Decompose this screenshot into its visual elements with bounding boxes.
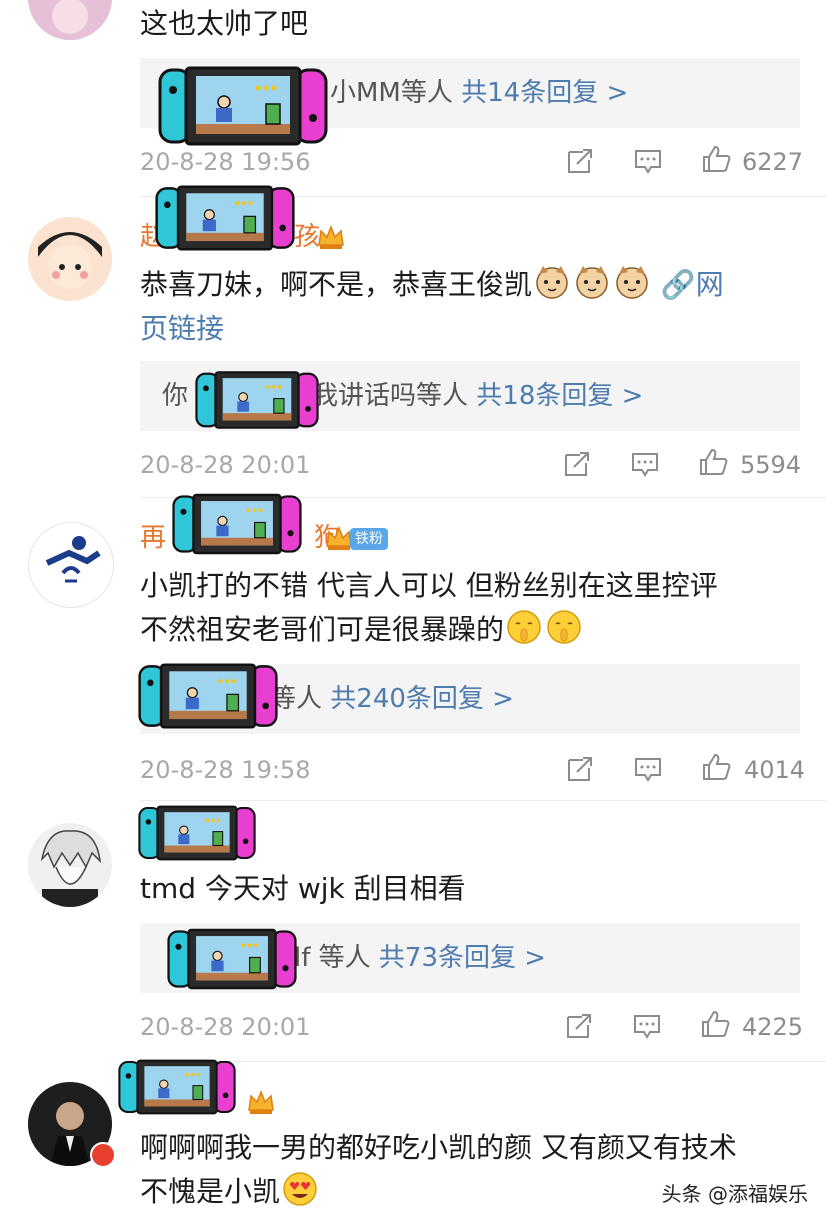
comment-text-line2: 不然祖安老哥们可是很暴躁的 [140, 613, 505, 646]
comment-text-line1: 小凯打的不错 代言人可以 但粉丝别在这里控评 [140, 569, 718, 602]
reply-names: 我讲话吗等人 [312, 381, 469, 411]
switch-sticker [195, 369, 319, 431]
comment-text: 恭喜刀妹，啊不是，恭喜王俊凯 🔗网 页链接 [140, 263, 800, 351]
repost-icon[interactable] [562, 449, 592, 479]
comment-icon[interactable] [632, 1011, 662, 1041]
reply-count-link[interactable]: 共18条回复 > [476, 381, 643, 411]
comment-text: 这也太帅了吧 [140, 7, 309, 40]
comment-time: 20-8-28 20:01 [140, 451, 311, 479]
switch-sticker [167, 927, 297, 991]
switch-sticker [155, 185, 295, 251]
comment-2: 赵孩 恭喜刀妹，啊不是，恭喜王俊凯 🔗网 页链接 你我讲话吗等人 共18条回复 … [0, 197, 826, 497]
reply-preview: 小MM等人 共14条回复 > [330, 58, 628, 128]
like-count: 5594 [740, 451, 802, 479]
web-link-label: 网 [695, 268, 724, 301]
comment-1: 这也太帅了吧 小MM等人 共14条回复 > 20-8-28 19:56 6227 [0, 0, 826, 196]
switch-sticker [172, 492, 302, 556]
avatar[interactable] [28, 823, 112, 907]
reply-preview: 等人 共240条回复 > [270, 664, 514, 734]
repost-icon[interactable] [564, 1011, 594, 1041]
comment-icon[interactable] [633, 146, 663, 176]
like-icon[interactable] [700, 1009, 730, 1039]
comment-4: tmd 今天对 wjk 刮目相看 lf 等人 共73条回复 > 20-8-28 … [0, 801, 826, 1061]
repost-icon[interactable] [565, 754, 595, 784]
comment-time: 20-8-28 19:58 [140, 756, 311, 784]
heart-eyes-emoji-icon [282, 1171, 318, 1207]
like-icon[interactable] [698, 447, 728, 477]
fan-badge: 铁粉 [350, 528, 388, 550]
switch-sticker [138, 803, 256, 863]
web-link-cont[interactable]: 页链接 [140, 312, 224, 345]
switch-sticker [138, 662, 278, 730]
cat-emoji-icon [574, 264, 610, 300]
avatar-image [28, 217, 112, 301]
reply-names-start: 你 [162, 381, 189, 411]
reply-count-link[interactable]: 共14条回复 > [461, 78, 628, 108]
shush-emoji-icon [506, 609, 542, 645]
comment-icon[interactable] [633, 754, 663, 784]
switch-sticker [158, 66, 328, 146]
shush-emoji-icon [546, 609, 582, 645]
reply-count-link[interactable]: 共240条回复 > [330, 684, 514, 714]
comment-icon[interactable] [630, 449, 660, 479]
reply-count-link[interactable]: 共73条回复 > [379, 943, 546, 973]
cat-emoji-icon [614, 264, 650, 300]
avatar-image [45, 536, 101, 583]
reply-names: 小MM等人 [330, 78, 453, 108]
comment-text-line1: 啊啊啊我一男的都好吃小凯的颜 又有颜又有技术 [140, 1131, 737, 1164]
avatar[interactable] [28, 522, 114, 608]
like-icon[interactable] [701, 752, 731, 782]
like-icon[interactable] [701, 144, 731, 174]
crown-icon [316, 223, 346, 251]
comment-3: 再狗 铁粉 小凯打的不错 代言人可以 但粉丝别在这里控评 不然祖安老哥们可是很暴… [0, 498, 826, 800]
comment-text: tmd 今天对 wjk 刮目相看 [140, 872, 466, 905]
web-link[interactable]: 🔗网 [661, 268, 724, 301]
crown-icon [246, 1088, 276, 1116]
vip-badge-icon [90, 1142, 116, 1168]
reply-preview: lf 等人 共73条回复 > [294, 923, 546, 993]
avatar[interactable] [28, 0, 112, 40]
comment-time: 20-8-28 20:01 [140, 1013, 311, 1041]
like-count: 4014 [744, 756, 806, 784]
avatar-image [28, 823, 112, 907]
comment-text-line2: 不愧是小凯 [140, 1175, 281, 1208]
cat-emoji-icon [534, 264, 570, 300]
comment-text-main: 恭喜刀妹，啊不是，恭喜王俊凯 [140, 268, 533, 301]
like-count: 4225 [742, 1013, 804, 1041]
link-icon: 🔗 [660, 268, 696, 301]
reply-names: lf 等人 [294, 943, 371, 973]
comment-time: 20-8-28 19:56 [140, 148, 311, 176]
switch-sticker [118, 1056, 236, 1118]
like-count: 6227 [742, 148, 804, 176]
comment-text: 小凯打的不错 代言人可以 但粉丝别在这里控评 不然祖安老哥们可是很暴躁的 [140, 564, 800, 652]
avatar-image [28, 0, 112, 40]
username-prefix: 再 [140, 523, 167, 553]
repost-icon[interactable] [565, 146, 595, 176]
watermark: 头条 @添福娱乐 [661, 1182, 808, 1206]
avatar[interactable] [28, 217, 112, 301]
